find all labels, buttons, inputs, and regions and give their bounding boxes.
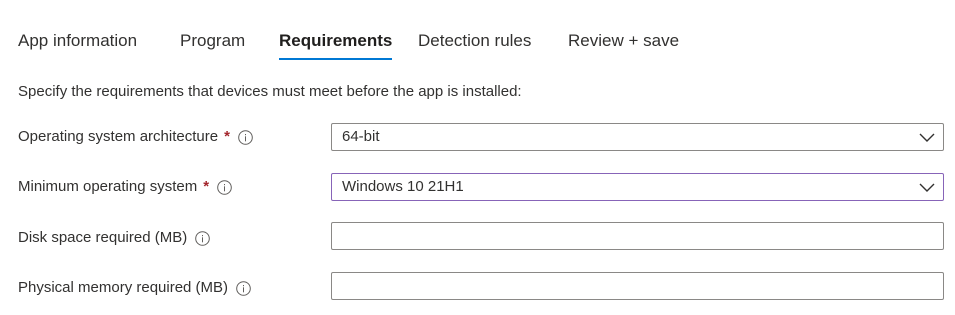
os-architecture-value: 64-bit (342, 128, 380, 145)
tab-review-save[interactable]: Review + save (568, 30, 679, 52)
tab-detection-rules[interactable]: Detection rules (418, 30, 531, 52)
requirements-intro: Specify the requirements that devices mu… (18, 83, 522, 100)
disk-space-input[interactable] (331, 222, 944, 250)
tab-program[interactable]: Program (180, 30, 245, 52)
info-icon[interactable] (195, 230, 211, 246)
chevron-down-icon (919, 133, 935, 142)
min-os-select[interactable]: Windows 10 21H1 (331, 173, 944, 201)
min-os-label: Minimum operating system (18, 178, 198, 195)
info-icon[interactable] (217, 179, 232, 195)
min-os-label-row: Minimum operating system * (18, 177, 232, 197)
required-marker: * (203, 178, 210, 195)
min-os-value: Windows 10 21H1 (342, 178, 464, 195)
tab-requirements[interactable]: Requirements (279, 30, 393, 60)
physical-memory-label-row: Physical memory required (MB) (18, 278, 251, 298)
info-icon[interactable] (238, 129, 253, 145)
tab-bar: App information Program Requirements Det… (0, 0, 955, 62)
physical-memory-input[interactable] (331, 272, 944, 300)
tab-app-information[interactable]: App information (18, 30, 137, 52)
disk-space-label: Disk space required (MB) (18, 229, 188, 246)
os-architecture-label: Operating system architecture (18, 128, 219, 145)
info-icon[interactable] (236, 280, 251, 296)
os-architecture-select[interactable]: 64-bit (331, 123, 944, 151)
chevron-down-icon (919, 183, 935, 192)
os-architecture-label-row: Operating system architecture * (18, 127, 253, 147)
required-marker: * (224, 128, 230, 145)
physical-memory-label: Physical memory required (MB) (18, 279, 229, 296)
disk-space-label-row: Disk space required (MB) (18, 228, 211, 248)
